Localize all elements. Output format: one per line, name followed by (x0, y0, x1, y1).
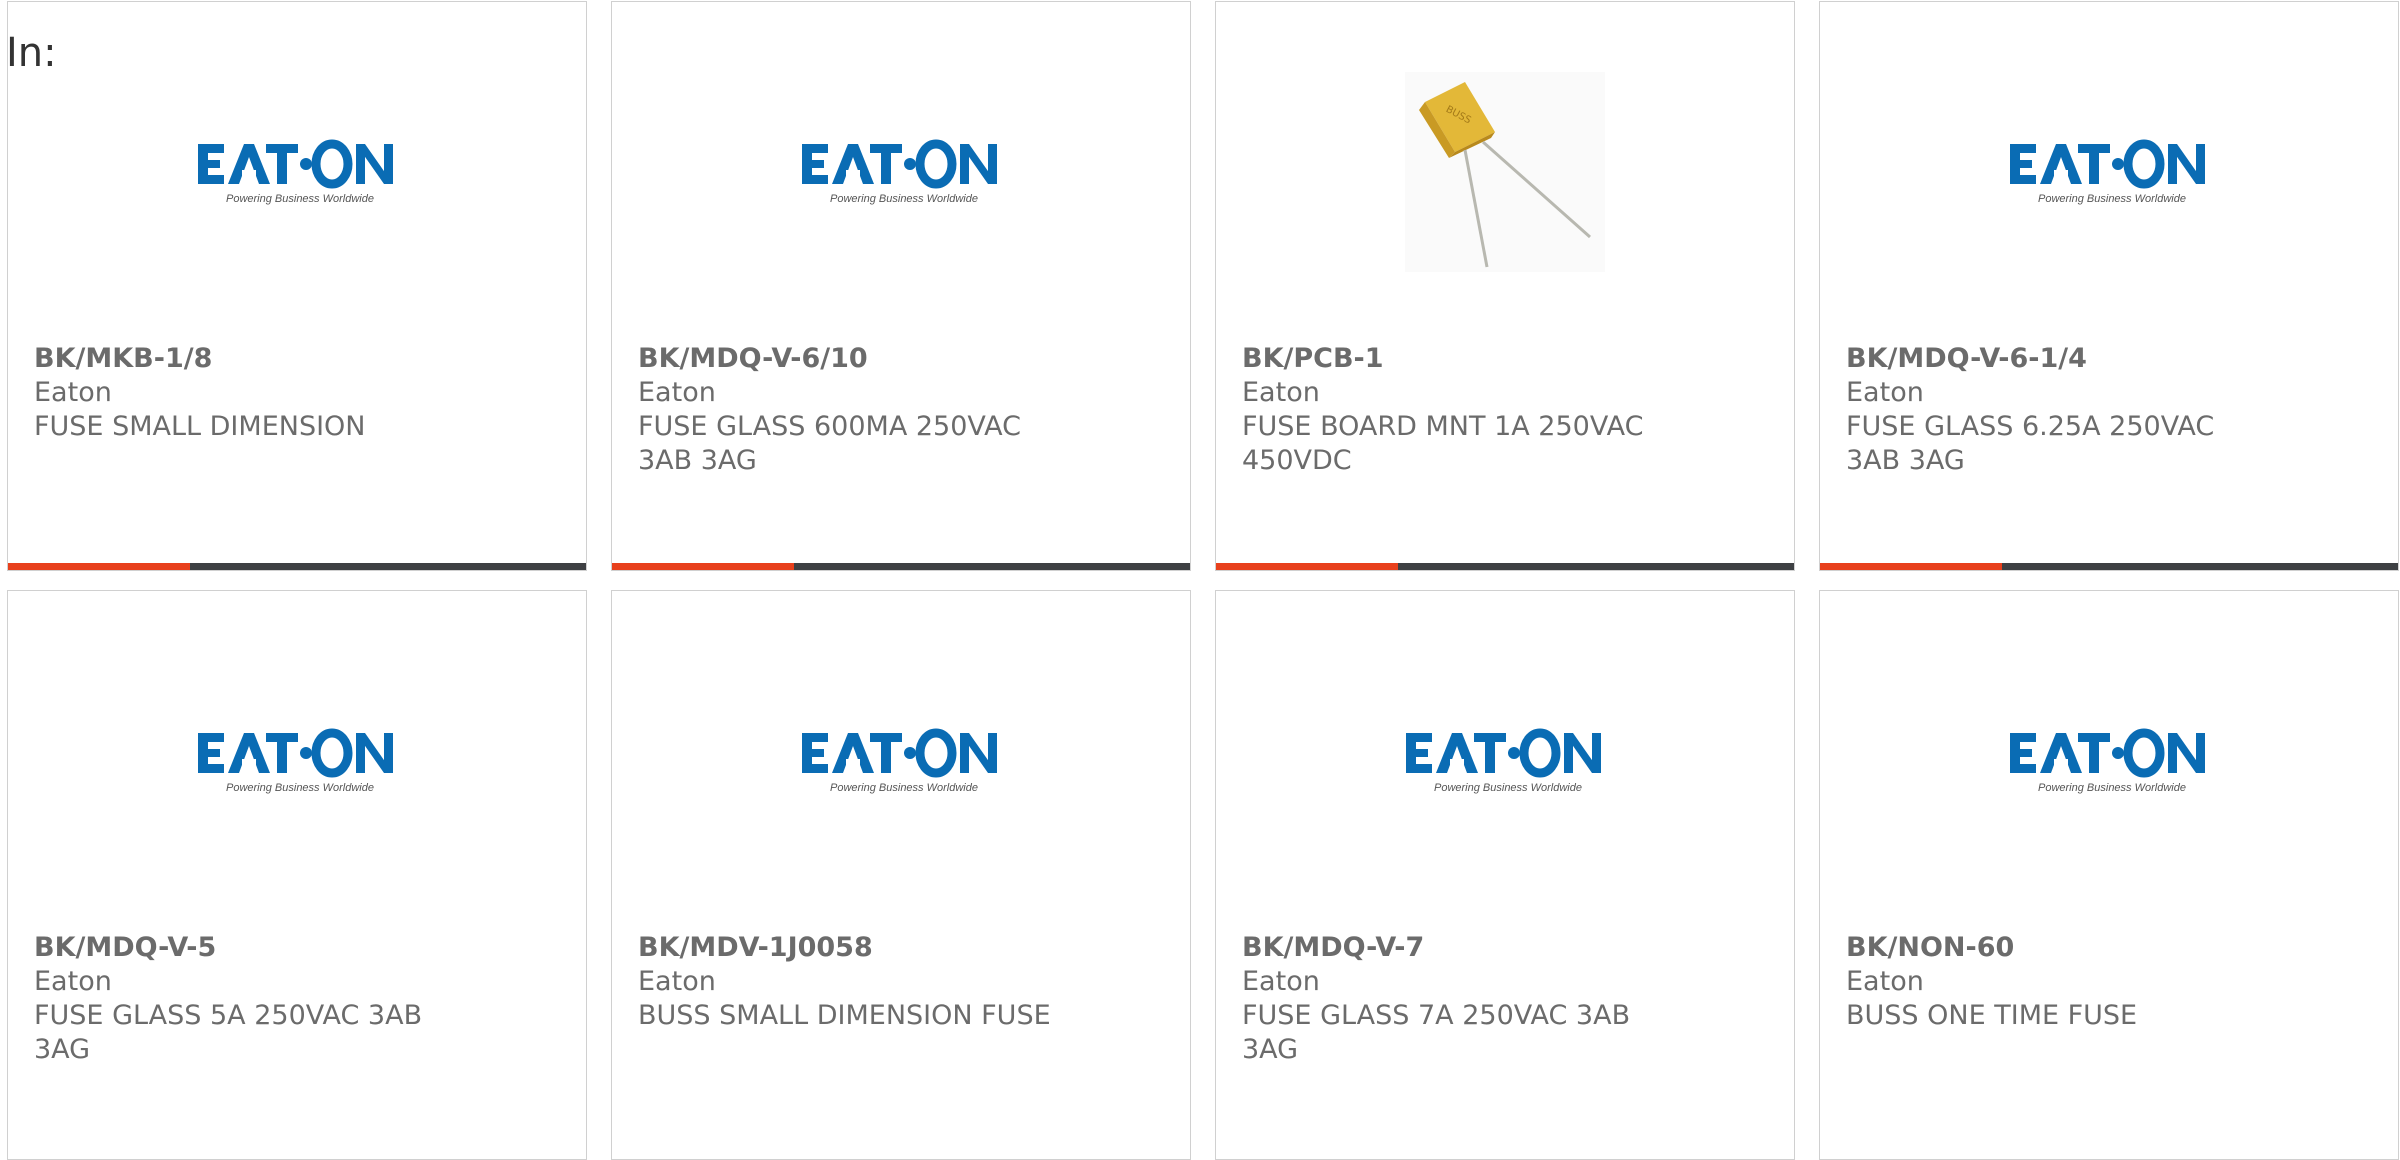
eaton-logo-icon: Powering Business Worldwide (192, 132, 402, 212)
description: FUSE GLASS 5A 250VAC 3AB 3AG (34, 1000, 423, 1065)
description: FUSE BOARD MNT 1A 250VAC 450VDC (1242, 411, 1644, 476)
card-accent-bar (612, 563, 794, 570)
eaton-logo-icon: Powering Business Worldwide (796, 132, 1006, 212)
manufacturer: Eaton (1242, 966, 1320, 997)
product-image: Powering Business Worldwide (1820, 62, 2398, 282)
card-bottom-bar (1820, 563, 2398, 570)
in-label: In: (6, 30, 57, 76)
svg-text:Powering Business Worldwide: Powering Business Worldwide (2038, 782, 2186, 794)
product-info: BK/MDV-1J0058 Eaton BUSS SMALL DIMENSION… (638, 931, 1058, 1033)
svg-text:Powering Business Worldwide: Powering Business Worldwide (830, 782, 978, 794)
card-accent-bar (1820, 563, 2002, 570)
product-image: Powering Business Worldwide (612, 62, 1190, 282)
card-accent-bar (8, 563, 190, 570)
product-card[interactable]: Powering Business Worldwide BK/MDQ-V-6/1… (611, 1, 1191, 571)
product-info: BK/MDQ-V-6-1/4 Eaton FUSE GLASS 6.25A 25… (1846, 342, 2266, 478)
manufacturer: Eaton (1242, 377, 1320, 408)
product-grid: Powering Business Worldwide BK/MKB-1/8 E… (7, 1, 2400, 1160)
card-bottom-bar (8, 563, 586, 570)
description: FUSE SMALL DIMENSION (34, 411, 366, 442)
eaton-logo-icon: Powering Business Worldwide (1400, 721, 1610, 801)
manufacturer: Eaton (34, 966, 112, 997)
svg-text:Powering Business Worldwide: Powering Business Worldwide (2038, 193, 2186, 205)
part-number[interactable]: BK/PCB-1 (1242, 342, 1662, 376)
svg-text:Powering Business Worldwide: Powering Business Worldwide (1434, 782, 1582, 794)
product-image: BUSS (1216, 62, 1794, 282)
product-card[interactable]: Powering Business Worldwide BK/NON-60 Ea… (1819, 590, 2399, 1160)
eaton-logo-icon: Powering Business Worldwide (796, 721, 1006, 801)
eaton-logo-icon: Powering Business Worldwide (192, 721, 402, 801)
svg-text:Powering Business Worldwide: Powering Business Worldwide (226, 782, 374, 794)
description: BUSS SMALL DIMENSION FUSE (638, 1000, 1051, 1031)
product-info: BK/MKB-1/8 Eaton FUSE SMALL DIMENSION (34, 342, 454, 444)
manufacturer: Eaton (34, 377, 112, 408)
description: FUSE GLASS 7A 250VAC 3AB 3AG (1242, 1000, 1631, 1065)
part-number[interactable]: BK/MDV-1J0058 (638, 931, 1058, 965)
product-image: Powering Business Worldwide (8, 62, 586, 282)
description: BUSS ONE TIME FUSE (1846, 1000, 2138, 1031)
part-number[interactable]: BK/NON-60 (1846, 931, 2266, 965)
product-info: BK/MDQ-V-7 Eaton FUSE GLASS 7A 250VAC 3A… (1242, 931, 1662, 1067)
fuse-component-icon: BUSS (1405, 72, 1605, 272)
product-image: Powering Business Worldwide (1216, 651, 1794, 871)
svg-text:Powering Business Worldwide: Powering Business Worldwide (830, 193, 978, 205)
product-info: BK/MDQ-V-6/10 Eaton FUSE GLASS 600MA 250… (638, 342, 1058, 478)
product-info: BK/MDQ-V-5 Eaton FUSE GLASS 5A 250VAC 3A… (34, 931, 454, 1067)
product-card[interactable]: Powering Business Worldwide BK/MKB-1/8 E… (7, 1, 587, 571)
manufacturer: Eaton (638, 377, 716, 408)
product-image: Powering Business Worldwide (8, 651, 586, 871)
product-info: BK/PCB-1 Eaton FUSE BOARD MNT 1A 250VAC … (1242, 342, 1662, 478)
eaton-logo-icon: Powering Business Worldwide (2004, 132, 2214, 212)
product-info: BK/NON-60 Eaton BUSS ONE TIME FUSE (1846, 931, 2266, 1033)
manufacturer: Eaton (638, 966, 716, 997)
manufacturer: Eaton (1846, 966, 1924, 997)
card-accent-bar (1216, 563, 1398, 570)
product-card[interactable]: Powering Business Worldwide BK/MDV-1J005… (611, 590, 1191, 1160)
part-number[interactable]: BK/MDQ-V-5 (34, 931, 454, 965)
product-card[interactable]: Powering Business Worldwide BK/MDQ-V-7 E… (1215, 590, 1795, 1160)
part-number[interactable]: BK/MDQ-V-6-1/4 (1846, 342, 2266, 376)
description: FUSE GLASS 600MA 250VAC 3AB 3AG (638, 411, 1021, 476)
eaton-logo-icon: Powering Business Worldwide (2004, 721, 2214, 801)
product-image: Powering Business Worldwide (612, 651, 1190, 871)
manufacturer: Eaton (1846, 377, 1924, 408)
part-number[interactable]: BK/MDQ-V-6/10 (638, 342, 1058, 376)
product-card[interactable]: BUSS BK/PCB-1 Eaton FUSE BOARD MNT 1A 25… (1215, 1, 1795, 571)
part-number[interactable]: BK/MDQ-V-7 (1242, 931, 1662, 965)
description: FUSE GLASS 6.25A 250VAC 3AB 3AG (1846, 411, 2215, 476)
svg-text:Powering Business Worldwide: Powering Business Worldwide (226, 193, 374, 205)
product-card[interactable]: Powering Business Worldwide BK/MDQ-V-6-1… (1819, 1, 2399, 571)
card-bottom-bar (612, 563, 1190, 570)
product-image: Powering Business Worldwide (1820, 651, 2398, 871)
part-number[interactable]: BK/MKB-1/8 (34, 342, 454, 376)
product-card[interactable]: Powering Business Worldwide BK/MDQ-V-5 E… (7, 590, 587, 1160)
card-bottom-bar (1216, 563, 1794, 570)
